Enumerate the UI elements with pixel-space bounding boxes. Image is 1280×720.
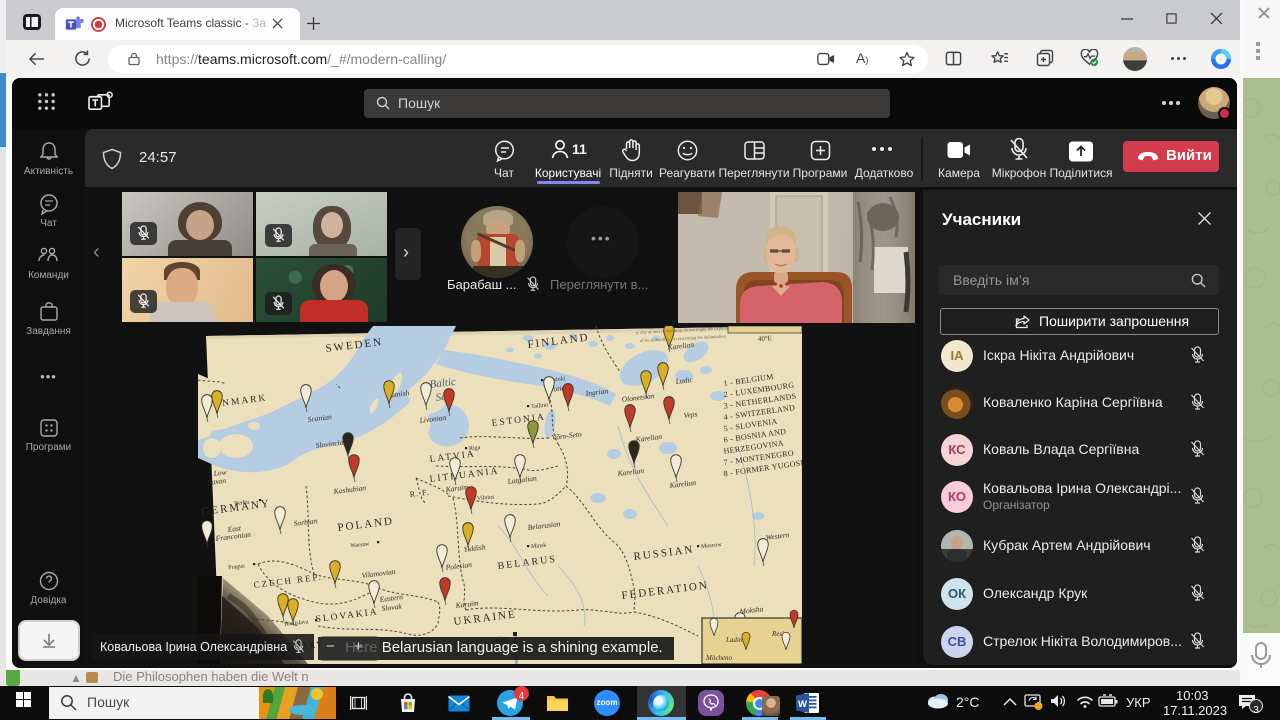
svg-text:40°E: 40°E <box>758 334 772 343</box>
svg-text:Veps: Veps <box>683 409 698 420</box>
svg-text:Riga: Riga <box>469 445 481 452</box>
svg-text:W: W <box>798 699 807 710</box>
svg-text:Mòcheno: Mòcheno <box>705 654 733 662</box>
svg-text:Ladin: Ladin <box>725 636 743 644</box>
